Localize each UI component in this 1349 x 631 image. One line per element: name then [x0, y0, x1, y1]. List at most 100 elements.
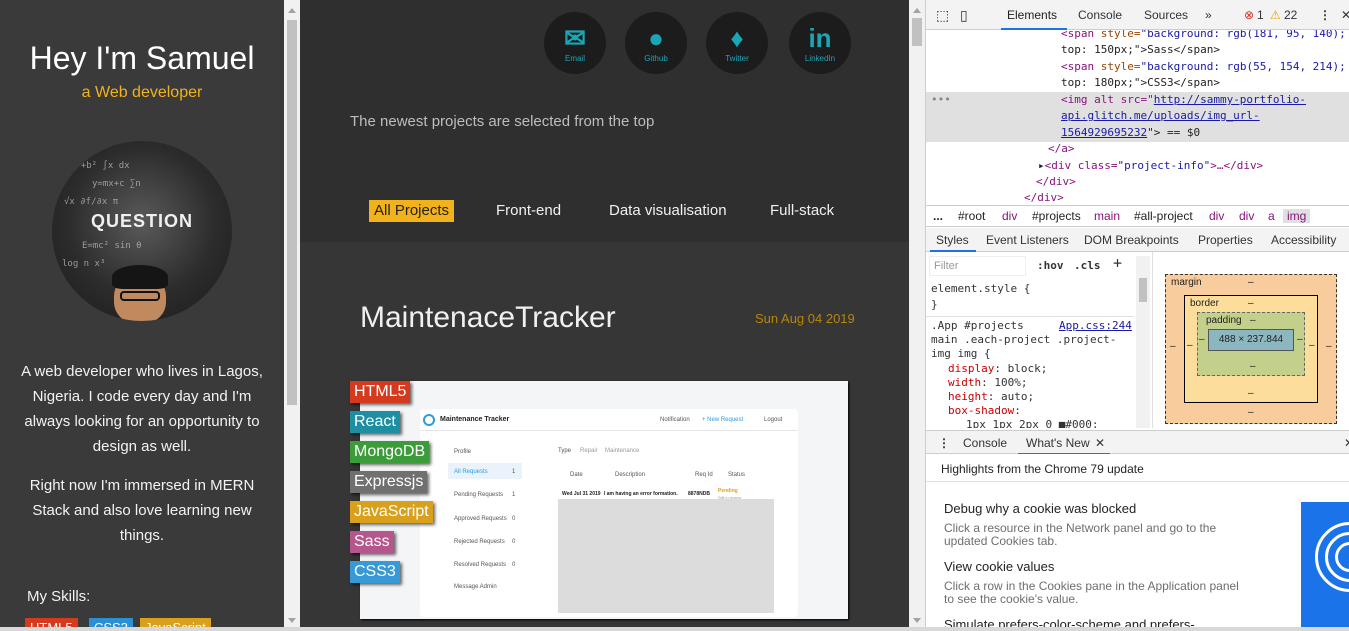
whats-new-item-title[interactable]: View cookie values: [944, 559, 1054, 574]
box-model-margin[interactable]: margin – – – – border – – – – padding – …: [1165, 274, 1337, 424]
dom-line[interactable]: </a>: [1048, 141, 1075, 158]
scroll-thumb[interactable]: [912, 18, 922, 46]
dom-ellipsis-icon[interactable]: •••: [931, 92, 951, 109]
dom-line[interactable]: </div>: [1036, 174, 1076, 191]
social-linkedin[interactable]: in LinkedIn: [789, 12, 851, 74]
social-email[interactable]: ✉ Email: [544, 12, 606, 74]
projects-tagline: The newest projects are selected from th…: [350, 113, 655, 130]
whats-new-item-title[interactable]: Debug why a cookie was blocked: [944, 501, 1136, 516]
filter-front-end[interactable]: Front-end: [491, 200, 566, 222]
tab-properties[interactable]: Properties: [1198, 233, 1253, 247]
scroll-up-arrow-icon[interactable]: [288, 8, 296, 13]
styles-pane: Filter :hov .cls + element.style { } .Ap…: [926, 252, 1151, 428]
drawer-tabs: ⋮ Console What's New ✕ ✕: [926, 430, 1349, 455]
project-screenshot[interactable]: Maintenance Tracker Notification + New R…: [360, 381, 848, 619]
box-model-content[interactable]: 488 × 237.844: [1208, 329, 1294, 351]
drawer-menu-icon[interactable]: ⋮: [938, 436, 950, 450]
dom-tree: <span style="background: rgb(181, 95, 14…: [926, 30, 1349, 205]
tech-tag: HTML5: [350, 381, 411, 403]
dom-line[interactable]: api.glitch.me/uploads/img_url-: [1061, 108, 1260, 125]
projects-main: ✉ Email ● Github ♦ Twitter in LinkedIn T…: [300, 0, 909, 631]
filter-full-stack[interactable]: Full-stack: [765, 200, 839, 222]
scroll-down-arrow-icon[interactable]: [288, 618, 296, 623]
dom-line[interactable]: ▸<div class="project-info">…</div>: [1038, 158, 1263, 175]
filter-data-visualisation[interactable]: Data visualisation: [604, 200, 732, 222]
close-drawer-icon[interactable]: ✕: [1344, 436, 1349, 450]
device-toolbar-icon[interactable]: ▯: [960, 7, 968, 24]
project-date: Sun Aug 04 2019: [755, 311, 855, 326]
dom-line[interactable]: top: 180px;">CSS3</span>: [1061, 75, 1220, 92]
box-model-border[interactable]: border – – – – padding – – – – 488 × 237…: [1184, 295, 1318, 403]
dom-line[interactable]: </div>: [1024, 190, 1064, 205]
devtools-toolbar: ⬚ ▯ Elements Console Sources » ⊗ 1 ⚠ 22 …: [926, 0, 1349, 30]
error-icon[interactable]: ⊗: [1244, 8, 1254, 22]
drawer-tab-console[interactable]: Console: [963, 436, 1007, 450]
email-icon: ✉: [564, 23, 586, 53]
add-rule-icon[interactable]: +: [1113, 256, 1122, 271]
warning-count[interactable]: 22: [1284, 8, 1297, 22]
tech-tag: React: [350, 411, 400, 433]
avatar: a²+b² ∫x dx y=mx+c ∑n √x ∂f/∂x π E=mc² s…: [52, 141, 232, 321]
project-title[interactable]: MaintenaceTracker: [360, 301, 616, 335]
styles-scrollbar[interactable]: [1136, 256, 1150, 428]
inspect-element-icon[interactable]: ⬚: [936, 7, 949, 24]
dom-line[interactable]: <span style="background: rgb(181, 95, 14…: [1061, 30, 1346, 43]
tab-event-listeners[interactable]: Event Listeners: [986, 233, 1069, 247]
dom-line-selected[interactable]: <img alt src="http://sammy-portfolio-: [1061, 92, 1306, 109]
scroll-thumb[interactable]: [287, 20, 297, 405]
whats-new-heading: Highlights from the Chrome 79 update: [926, 454, 1349, 482]
linkedin-icon: in: [808, 23, 832, 53]
profile-role: a Web developer: [81, 84, 203, 101]
main-scrollbar[interactable]: [909, 0, 925, 631]
sidebar-tabs: Styles Event Listeners DOM Breakpoints P…: [926, 228, 1349, 252]
source-link[interactable]: App.css:244: [1059, 319, 1132, 333]
dom-line[interactable]: <span style="background: rgb(55, 154, 21…: [1061, 59, 1346, 76]
sidebar-scrollbar[interactable]: [284, 0, 300, 631]
close-tab-icon[interactable]: ✕: [1095, 436, 1105, 450]
cls-toggle[interactable]: .cls: [1074, 259, 1101, 273]
hov-toggle[interactable]: :hov: [1037, 259, 1064, 273]
whats-new-item-desc: Click a resource in the Network panel an…: [944, 521, 1217, 548]
styles-filter-input[interactable]: Filter: [929, 256, 1026, 276]
profile-name: Hey I'm Samuel: [29, 40, 255, 76]
social-twitter[interactable]: ♦ Twitter: [706, 12, 768, 74]
tab-accessibility[interactable]: Accessibility: [1271, 233, 1336, 247]
tech-tag: Expressjs: [350, 471, 428, 493]
social-github[interactable]: ● Github: [625, 12, 687, 74]
tech-tag: CSS3: [350, 561, 400, 583]
tab-elements[interactable]: Elements: [1007, 8, 1057, 22]
scroll-up-arrow-icon[interactable]: [913, 8, 921, 13]
tech-tag: Sass: [350, 531, 394, 553]
warning-icon[interactable]: ⚠: [1270, 8, 1281, 22]
bio-paragraph-2: Right now I'm immersed in MERN Stack and…: [29, 477, 255, 544]
window-bottom-edge: [0, 627, 1349, 631]
close-icon[interactable]: ✕: [1341, 8, 1349, 22]
screen: Hey I'm Samuel a Web developer a²+b² ∫x …: [0, 0, 1349, 631]
tab-console[interactable]: Console: [1078, 8, 1122, 22]
skills-title: My Skills:: [27, 588, 91, 605]
tab-sources[interactable]: Sources: [1144, 8, 1188, 22]
kebab-menu-icon[interactable]: ⋮: [1319, 8, 1331, 22]
scroll-down-arrow-icon[interactable]: [913, 618, 921, 623]
tab-dom-breakpoints[interactable]: DOM Breakpoints: [1084, 233, 1179, 247]
filter-all-projects[interactable]: All Projects: [369, 200, 455, 222]
twitter-icon: ♦: [730, 23, 744, 53]
github-icon: ●: [648, 23, 664, 53]
drawer-tab-whats-new[interactable]: What's New: [1026, 436, 1090, 450]
box-model-diagram: margin – – – – border – – – – padding – …: [1152, 252, 1349, 428]
devtools-panel: ⬚ ▯ Elements Console Sources » ⊗ 1 ⚠ 22 …: [925, 0, 1349, 631]
more-tabs-icon[interactable]: »: [1205, 8, 1212, 22]
tab-styles[interactable]: Styles: [936, 233, 969, 247]
app-logo-icon: [423, 414, 435, 426]
avatar-caption: QUESTION: [90, 211, 193, 231]
tech-tag: MongoDB: [350, 441, 430, 463]
bio-paragraph-1: A web developer who lives in Lagos, Nige…: [21, 363, 263, 455]
dom-line[interactable]: 1564929695232"> == $0: [1061, 125, 1200, 142]
dom-line[interactable]: top: 150px;">Sass</span>: [1061, 42, 1220, 59]
whats-new-item-desc: Click a row in the Cookies pane in the A…: [944, 579, 1239, 606]
tech-tag: JavaScript: [350, 501, 433, 523]
whats-new-panel: Highlights from the Chrome 79 update Deb…: [926, 454, 1349, 631]
error-count[interactable]: 1: [1257, 8, 1264, 22]
profile-sidebar: Hey I'm Samuel a Web developer a²+b² ∫x …: [0, 0, 284, 631]
box-model-padding[interactable]: padding – – – – 488 × 237.844: [1197, 312, 1305, 376]
